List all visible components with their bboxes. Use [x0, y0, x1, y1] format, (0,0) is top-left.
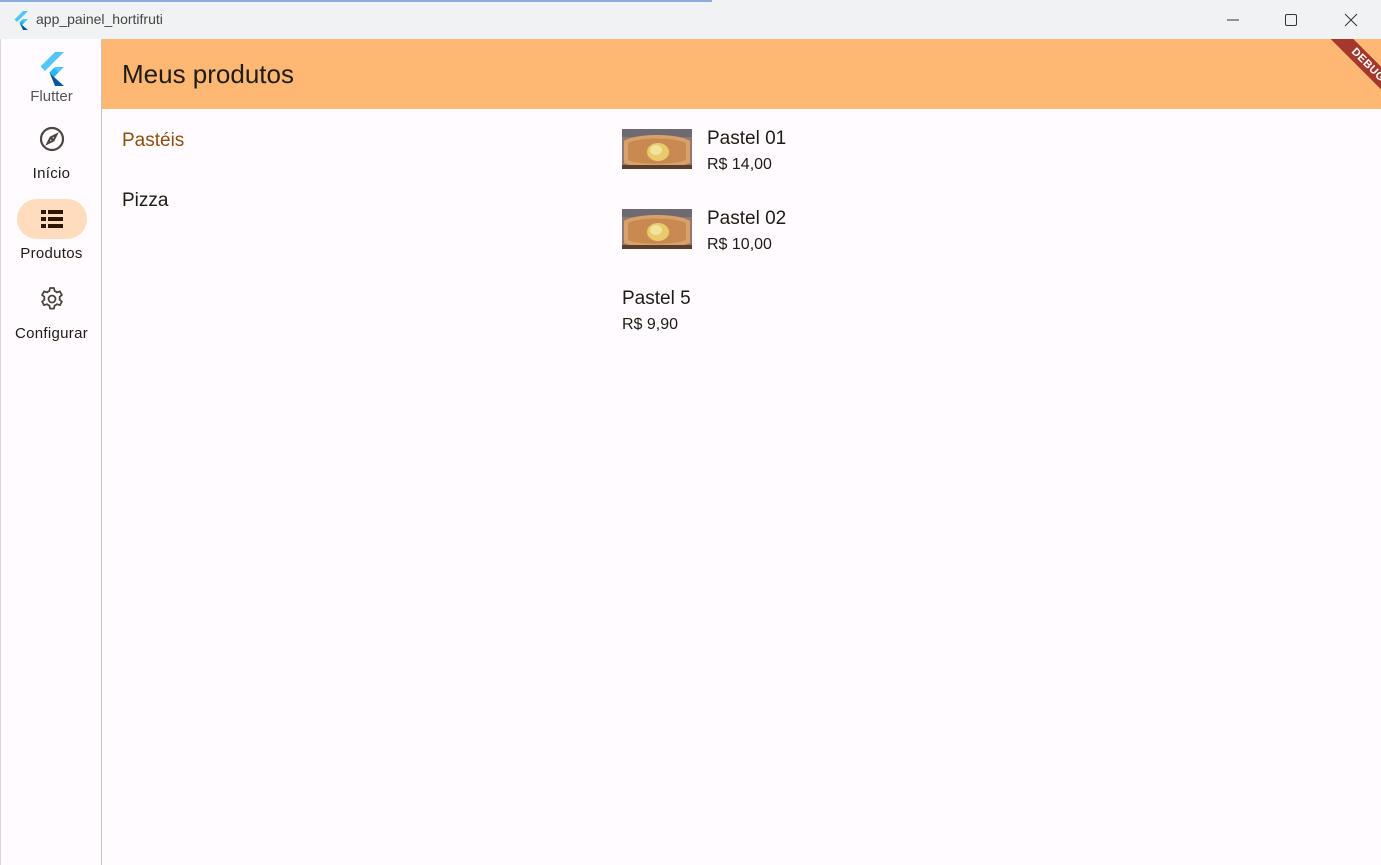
- product-price: R$ 9,90: [622, 316, 679, 333]
- flutter-logo-icon: [14, 11, 28, 30]
- category-item[interactable]: Pizza: [122, 190, 168, 212]
- window-title: app_painel_hortifruti: [36, 11, 163, 27]
- rail-active-indicator: [17, 199, 87, 239]
- maximize-icon: [1285, 13, 1297, 26]
- product-price: R$ 14,00: [707, 156, 772, 173]
- maximize-button[interactable]: [1262, 0, 1320, 39]
- product-thumbnail: [622, 129, 692, 169]
- product-thumbnail: [622, 209, 692, 249]
- rail-item-label: Configurar: [14, 325, 89, 342]
- product-price: R$ 10,00: [707, 236, 772, 253]
- debug-banner: DEBUG: [1311, 39, 1381, 109]
- product-name: Pastel 02: [707, 208, 787, 229]
- minimize-button[interactable]: [1204, 0, 1262, 39]
- product-list-item[interactable]: Pastel 01 R$ 14,00: [622, 109, 1322, 173]
- debug-label: DEBUG: [1348, 45, 1381, 85]
- compass-icon: [39, 126, 65, 152]
- rail-item-label: Produtos: [20, 245, 83, 262]
- window-accent-line: [0, 0, 712, 2]
- navigation-rail: Flutter Início Produtos Configurar: [0, 39, 102, 865]
- product-name: Pastel 5: [622, 288, 691, 309]
- flutter-logo-label: Flutter: [30, 88, 73, 105]
- main-content: Pastéis Pizza Pastel 01 R$ 14,00 Pastel …: [102, 109, 1381, 865]
- flutter-logo-icon: [40, 52, 64, 86]
- gear-icon: [41, 287, 63, 310]
- category-item-selected[interactable]: Pastéis: [122, 130, 184, 152]
- product-list-item[interactable]: Pastel 02 R$ 10,00: [622, 189, 1322, 253]
- rail-item-label: Início: [32, 165, 71, 182]
- close-icon: [1344, 13, 1358, 26]
- product-list-item[interactable]: Pastel 5 R$ 9,90: [622, 269, 1322, 333]
- debug-ribbon-band: DEBUG: [1323, 39, 1381, 109]
- page-title: Meus produtos: [122, 59, 294, 89]
- rail-item-configurar[interactable]: Configurar: [1, 279, 102, 357]
- app-window: app_painel_hortifruti Flutter Início Pro…: [0, 0, 1381, 865]
- rail-icon-container: [17, 279, 87, 319]
- list-icon: [41, 210, 63, 228]
- app-bar: Meus produtos DEBUG: [102, 39, 1381, 109]
- rail-item-inicio[interactable]: Início: [1, 119, 102, 197]
- title-bar: app_painel_hortifruti: [0, 0, 1381, 39]
- close-button[interactable]: [1322, 0, 1380, 39]
- rail-icon-container: [17, 119, 87, 159]
- rail-item-produtos[interactable]: Produtos: [1, 199, 102, 277]
- product-name: Pastel 01: [707, 128, 787, 149]
- minimize-icon: [1227, 19, 1239, 20]
